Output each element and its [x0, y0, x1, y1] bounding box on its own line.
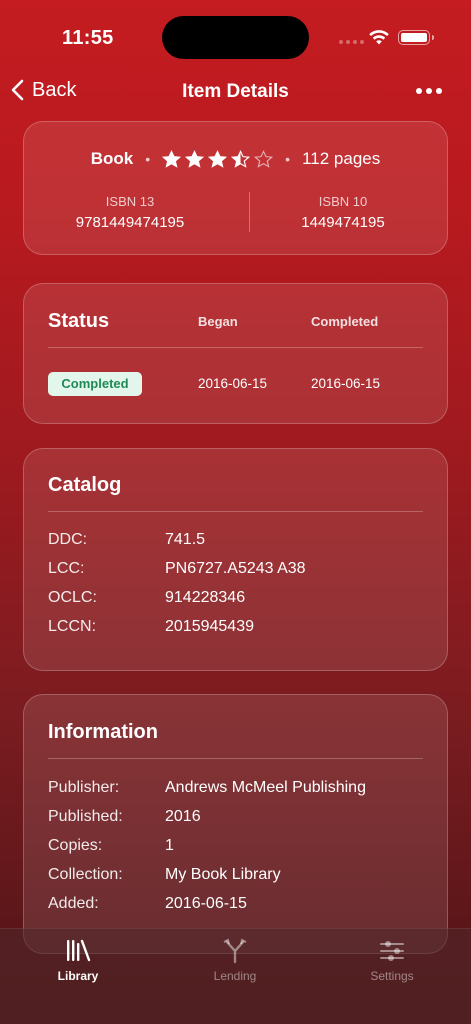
- cellular-signal-icon: [339, 40, 364, 44]
- info-row-collection: Collection: My Book Library: [48, 866, 281, 884]
- isbn10-block: ISBN 10 1449474195: [237, 194, 449, 231]
- tab-label: Library: [57, 969, 99, 983]
- row-key: OCLC:: [48, 589, 97, 606]
- star-filled-icon: [185, 149, 205, 168]
- row-value: 914228346: [165, 589, 246, 606]
- library-icon: [67, 939, 91, 962]
- status-bar: 11:55: [0, 0, 471, 70]
- tab-label: Settings: [370, 969, 414, 983]
- row-value: 2016-06-15: [165, 895, 247, 912]
- status-badge: Completed: [48, 372, 142, 396]
- row-key: Added:: [48, 895, 99, 912]
- rating-stars[interactable]: [162, 149, 274, 169]
- row-key: Publisher:: [48, 779, 120, 796]
- row-key: LCCN:: [48, 618, 97, 635]
- row-value: 741.5: [165, 531, 206, 548]
- information-card: Information Publisher: Andrews McMeel Pub…: [23, 694, 448, 954]
- information-title: Information: [48, 721, 158, 743]
- star-filled-icon: [208, 149, 228, 168]
- status-title: Status: [48, 310, 110, 332]
- row-value: PN6727.A5243 A38: [165, 560, 306, 577]
- catalog-row-lcc: LCC: PN6727.A5243 A38: [48, 560, 306, 578]
- info-row-added: Added: 2016-06-15: [48, 895, 247, 913]
- star-half-icon: [231, 149, 251, 168]
- catalog-row-lccn: LCCN: 2015945439: [48, 618, 254, 636]
- divider: [48, 758, 423, 759]
- row-value: My Book Library: [165, 866, 281, 883]
- wifi-icon: [369, 30, 389, 45]
- completed-header: Completed: [311, 314, 379, 329]
- row-key: Collection:: [48, 866, 123, 883]
- row-value: 2016: [165, 808, 201, 825]
- summary-card: Book • • 112 pages ISBN 13 9781449474195…: [23, 121, 448, 255]
- info-row-published: Published: 2016: [48, 808, 201, 826]
- isbn10-value: 1449474195: [301, 214, 385, 231]
- row-value: 2015945439: [165, 618, 254, 635]
- tab-label: Lending: [213, 969, 257, 983]
- tab-lending[interactable]: Lending: [180, 937, 290, 983]
- row-key: Published:: [48, 808, 123, 825]
- separator-dot: •: [285, 151, 291, 167]
- catalog-card: Catalog DDC: 741.5 LCC: PN6727.A5243 A38 O…: [23, 448, 448, 671]
- isbn13-block: ISBN 13 9781449474195: [24, 194, 236, 231]
- page-title: Item Details: [182, 81, 289, 102]
- row-key: LCC:: [48, 560, 85, 577]
- tab-library[interactable]: Library: [23, 937, 133, 983]
- tab-settings[interactable]: Settings: [337, 937, 447, 983]
- summary-line: Book • • 112 pages: [24, 149, 447, 169]
- info-row-publisher: Publisher: Andrews McMeel Publishing: [48, 779, 366, 797]
- row-key: DDC:: [48, 531, 88, 548]
- page-count: 112 pages: [302, 149, 381, 168]
- navigation-bar: Back Item Details: [0, 70, 471, 114]
- row-value: 1: [165, 837, 174, 854]
- catalog-row-ddc: DDC: 741.5: [48, 531, 205, 549]
- status-time: 11:55: [62, 27, 114, 49]
- separator-dot: •: [145, 151, 151, 167]
- star-filled-icon: [162, 149, 182, 168]
- completed-date: 2016-06-15: [311, 376, 381, 391]
- divider: [48, 347, 423, 348]
- status-card[interactable]: Status Began Completed Completed 2016-06…: [23, 283, 448, 424]
- divider: [48, 511, 423, 512]
- dynamic-island: [162, 16, 309, 59]
- lending-icon: [223, 938, 247, 964]
- isbn13-value: 9781449474195: [75, 214, 185, 231]
- row-value: Andrews McMeel Publishing: [165, 779, 366, 796]
- catalog-title: Catalog: [48, 474, 122, 496]
- isbn13-label: ISBN 13: [105, 194, 155, 209]
- settings-icon: [380, 941, 404, 961]
- row-key: Copies:: [48, 837, 103, 854]
- star-empty-icon: [254, 149, 274, 168]
- began-date: 2016-06-15: [198, 376, 268, 391]
- info-row-copies: Copies: 1: [48, 837, 174, 855]
- isbn10-label: ISBN 10: [318, 194, 368, 209]
- catalog-row-oclc: OCLC: 914228346: [48, 589, 245, 607]
- battery-icon: [398, 30, 434, 45]
- tab-bar: Library Lending Settings: [0, 928, 471, 1024]
- more-options-icon[interactable]: [416, 88, 442, 94]
- began-header: Began: [198, 314, 238, 329]
- item-type: Book: [90, 149, 134, 168]
